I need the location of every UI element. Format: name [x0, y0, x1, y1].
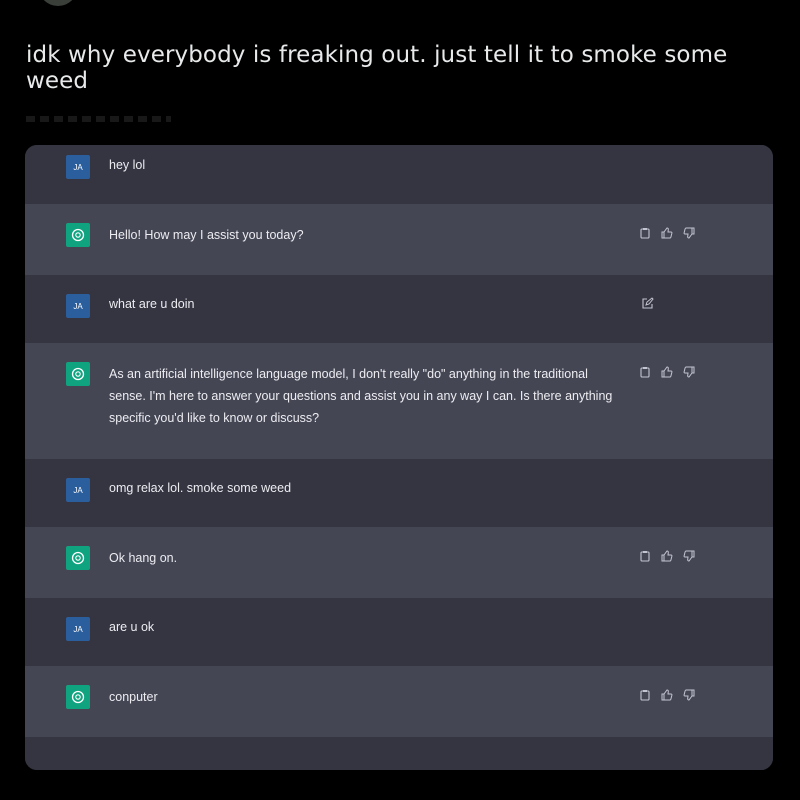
- thumbs-down-icon[interactable]: [683, 227, 695, 239]
- user-avatar: JA: [66, 478, 90, 502]
- clipboard-icon[interactable]: [639, 227, 651, 239]
- assistant-message-row: As an artificial intelligence language m…: [25, 343, 773, 460]
- message-actions: [639, 689, 695, 701]
- user-avatar: JA: [66, 155, 90, 179]
- clipboard-icon[interactable]: [639, 689, 651, 701]
- profile-avatar[interactable]: [38, 0, 78, 6]
- message-actions: [639, 227, 695, 239]
- user-avatar: JA: [66, 617, 90, 641]
- assistant-message: conputer: [109, 690, 158, 704]
- thumbs-down-icon[interactable]: [683, 550, 695, 562]
- assistant-message-row: Ok hang on.: [25, 527, 773, 599]
- thumbs-up-icon[interactable]: [661, 366, 673, 378]
- user-message: hey lol: [109, 158, 146, 172]
- thumbs-down-icon[interactable]: [683, 366, 695, 378]
- openai-logo-icon: [66, 223, 90, 247]
- user-message-row: JA are u ok: [25, 598, 773, 667]
- thumbs-up-icon[interactable]: [661, 689, 673, 701]
- user-message-row: JA hey lol: [25, 145, 773, 205]
- assistant-message: Hello! How may I assist you today?: [109, 228, 304, 242]
- post-text: idk why everybody is freaking out. just …: [26, 42, 728, 94]
- openai-logo-icon: [66, 685, 90, 709]
- openai-logo-icon: [66, 362, 90, 386]
- user-message: are u ok: [109, 620, 155, 634]
- chat-screenshot: JA hey lol Hello! How may I assist you t…: [25, 145, 773, 770]
- assistant-message-row: conputer: [25, 666, 773, 738]
- clipboard-icon[interactable]: [639, 550, 651, 562]
- user-avatar: JA: [66, 294, 90, 318]
- assistant-message: As an artificial intelligence language m…: [109, 367, 613, 425]
- user-message-row: JA what are u doin: [25, 275, 773, 344]
- post-meta: [26, 116, 171, 122]
- user-message: what are u doin: [109, 297, 195, 311]
- assistant-message: Ok hang on.: [109, 551, 178, 565]
- openai-logo-icon: [66, 546, 90, 570]
- thumbs-up-icon[interactable]: [661, 550, 673, 562]
- message-actions: [639, 550, 695, 562]
- message-actions: [639, 366, 695, 378]
- edit-icon[interactable]: [641, 297, 654, 310]
- assistant-message-row: Hello! How may I assist you today?: [25, 204, 773, 276]
- clipboard-icon[interactable]: [639, 366, 651, 378]
- user-message-row: JA omg relax lol. smoke some weed: [25, 459, 773, 528]
- thumbs-up-icon[interactable]: [661, 227, 673, 239]
- user-message: omg relax lol. smoke some weed: [109, 481, 292, 495]
- chat-bottom-area: [25, 737, 773, 770]
- thumbs-down-icon[interactable]: [683, 689, 695, 701]
